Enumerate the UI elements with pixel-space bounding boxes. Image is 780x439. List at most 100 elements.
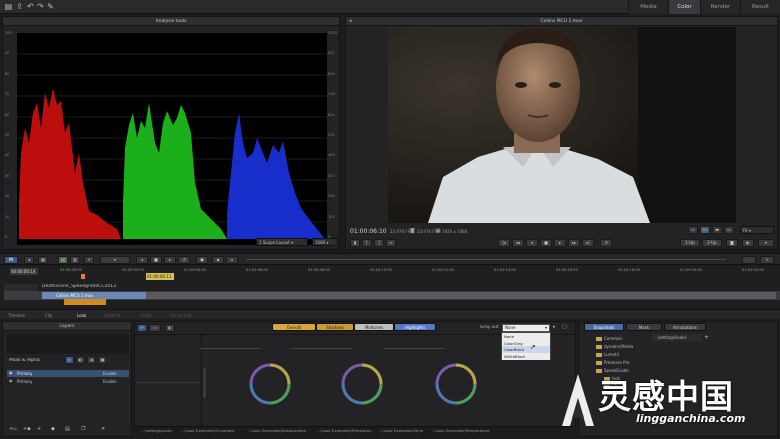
wrench-icon[interactable]: ✎ bbox=[46, 2, 55, 11]
tab-audio[interactable]: Audio bbox=[140, 313, 151, 318]
viewer-fit-select[interactable]: Fit ▾ bbox=[740, 226, 774, 234]
tab-shadows[interactable]: Shadows bbox=[316, 323, 354, 331]
tl-zoom-out-button[interactable]: - bbox=[742, 256, 756, 264]
viewer-settings-button[interactable]: ▾ bbox=[758, 239, 774, 247]
add-tab-icon[interactable]: + bbox=[704, 334, 709, 341]
tab-clip[interactable]: Clip bbox=[45, 313, 53, 318]
layer-tool-a[interactable]: ▭ bbox=[65, 356, 74, 364]
compare-button[interactable]: ◐ bbox=[742, 239, 754, 247]
tab-media[interactable]: Media bbox=[628, 0, 668, 14]
master-slider[interactable] bbox=[203, 368, 206, 398]
gray-option-colorblack[interactable]: ColorBlack bbox=[502, 346, 550, 353]
add-layer-icon[interactable]: +▫ bbox=[9, 426, 17, 432]
browser-path-tab[interactable]: ..\settings\looks bbox=[652, 334, 702, 342]
marker-button[interactable]: ▮ bbox=[350, 239, 360, 247]
export-icon[interactable]: ⇪ bbox=[15, 2, 24, 11]
play-button[interactable]: ▸ bbox=[554, 239, 566, 247]
layer-row-primary-2[interactable]: ◉ Primary Enable bbox=[7, 378, 129, 385]
video-clips-rest[interactable] bbox=[146, 292, 776, 299]
folder-dynamicmedia[interactable]: dynamicMedia bbox=[596, 344, 633, 349]
gray-out-icon-b[interactable]: ▢ bbox=[562, 324, 567, 330]
mark-out-button[interactable]: ] bbox=[374, 239, 384, 247]
add-icon[interactable]: + bbox=[37, 426, 41, 432]
prev-frame-button[interactable]: ◂◂ bbox=[512, 239, 524, 247]
delete-icon[interactable]: ✕ bbox=[101, 426, 105, 432]
tab-audio-m[interactable]: Audio M. bbox=[104, 313, 121, 318]
gain-slider[interactable] bbox=[384, 348, 444, 349]
view-mode-button-d[interactable]: ▭ bbox=[724, 226, 734, 234]
layer-tool-d[interactable]: ▣ bbox=[98, 356, 107, 364]
folder-common[interactable]: Common bbox=[596, 336, 622, 341]
timeline-tool-a[interactable]: ◂ bbox=[24, 256, 34, 264]
tab-look[interactable]: Look bbox=[77, 313, 86, 318]
gray-option-whiteblack[interactable]: WhiteBlack bbox=[502, 353, 550, 360]
collapse-icon[interactable]: ◂ bbox=[349, 18, 352, 24]
undo-icon[interactable]: ↶ bbox=[26, 2, 35, 11]
next-frame-button[interactable]: ▸▸ bbox=[568, 239, 580, 247]
redo-icon[interactable]: ↷ bbox=[36, 2, 45, 11]
look-tab-desaturation[interactable]: ..\Look Examples\Desaturation bbox=[248, 428, 306, 433]
look-tab-filmstocks[interactable]: ..\Look Examples\Filmstocks bbox=[318, 428, 371, 433]
tl-next-button[interactable]: ▸ bbox=[164, 256, 176, 264]
gray-out-select[interactable]: None ▾ bbox=[502, 324, 550, 332]
loop-button[interactable]: ↺ bbox=[600, 239, 612, 247]
in-button[interactable]: IN bbox=[4, 256, 18, 264]
gray-out-icon-a[interactable]: ▸ bbox=[553, 324, 556, 330]
add-layer-b-icon[interactable]: +▪ bbox=[23, 426, 31, 432]
timeline-tool-c[interactable]: ▤ bbox=[58, 256, 68, 264]
tl-zoom-slider-track[interactable] bbox=[246, 259, 726, 260]
tab-sound-lab[interactable]: Sound Lab bbox=[170, 313, 191, 318]
gray-option-none[interactable]: None bbox=[502, 333, 550, 340]
view-mode-button-b[interactable]: ▭ bbox=[700, 226, 710, 234]
tl-loop-button[interactable]: ↺ bbox=[178, 256, 190, 264]
playhead-marker-icon[interactable] bbox=[81, 274, 85, 279]
two-up-button[interactable]: 2-Up bbox=[702, 239, 722, 247]
play-reverse-button[interactable]: ◂ bbox=[526, 239, 538, 247]
tab-snapshots[interactable]: Snapshots bbox=[584, 323, 624, 331]
stop-button[interactable]: ■ bbox=[540, 239, 552, 247]
gamma-color-wheel[interactable] bbox=[338, 360, 386, 408]
video-clip-selected[interactable]: Collins MCU 1.mov bbox=[42, 292, 146, 299]
look-mode-button[interactable]: ⟳ bbox=[137, 324, 147, 332]
scope-mode-select[interactable]: 1080 ▾ bbox=[312, 238, 338, 246]
hsl-mode-button[interactable]: ◐ bbox=[165, 324, 175, 332]
tab-render[interactable]: Render bbox=[700, 0, 740, 14]
scope-layout-select[interactable]: 1 Scope Layout ▾ bbox=[256, 238, 308, 246]
tab-timeline[interactable]: Timeline bbox=[8, 313, 25, 318]
tl-stop-button[interactable]: ■ bbox=[150, 256, 162, 264]
folder-lumetri[interactable]: Lumetri bbox=[596, 352, 619, 357]
tab-overall[interactable]: Overall bbox=[272, 323, 316, 331]
clear-marks-button[interactable]: ↔ bbox=[386, 239, 396, 247]
snapshot-button[interactable]: ◙ bbox=[726, 239, 738, 247]
go-start-button[interactable]: |◂ bbox=[498, 239, 510, 247]
audio-clip[interactable] bbox=[64, 299, 106, 305]
one-up-button[interactable]: 1-Up bbox=[680, 239, 700, 247]
tl-extra-button-2[interactable]: ▪ bbox=[212, 256, 224, 264]
layer-tool-c[interactable]: ◑ bbox=[87, 356, 96, 364]
layer-enable[interactable]: Enable bbox=[103, 378, 117, 385]
look-tab-style[interactable]: ..\Look Examples\Style bbox=[380, 428, 423, 433]
timeline-tool-d[interactable]: ▥ bbox=[70, 256, 80, 264]
gamma-slider[interactable] bbox=[292, 348, 352, 349]
tab-result[interactable]: Result bbox=[740, 0, 780, 14]
go-end-button[interactable]: ▸| bbox=[582, 239, 594, 247]
view-mode-button-a[interactable]: ▭ bbox=[688, 226, 698, 234]
tab-highlights[interactable]: Highlights bbox=[394, 323, 436, 331]
lift-color-wheel[interactable] bbox=[246, 360, 294, 408]
tl-extra-button[interactable]: ◼ bbox=[196, 256, 208, 264]
eye-icon[interactable]: ◉ bbox=[9, 378, 13, 383]
layer-row-primary-1[interactable]: ◉ Primary Enable bbox=[7, 370, 129, 377]
lift-slider[interactable] bbox=[200, 348, 260, 349]
tl-zoom-in-button[interactable]: + bbox=[760, 256, 774, 264]
eye-icon[interactable]: ◉ bbox=[9, 370, 13, 375]
layer-tool-b[interactable]: ◐ bbox=[76, 356, 85, 364]
look-tab-settings[interactable]: ..\settings\looks bbox=[142, 428, 172, 433]
tab-annotations[interactable]: Annotations bbox=[664, 323, 706, 331]
tag-icon[interactable]: ◆ bbox=[51, 426, 55, 432]
tl-extra-button-3[interactable]: ▫ bbox=[226, 256, 238, 264]
folder-open-icon[interactable]: ▤ bbox=[4, 2, 13, 11]
folder-premiere-pro[interactable]: Premiere Pro bbox=[596, 360, 629, 365]
tab-midtones[interactable]: Midtones bbox=[354, 323, 394, 331]
look-tab-temperature[interactable]: ..\Look Examples\Temperature bbox=[432, 428, 490, 433]
timeline-tool-e[interactable]: + bbox=[84, 256, 94, 264]
